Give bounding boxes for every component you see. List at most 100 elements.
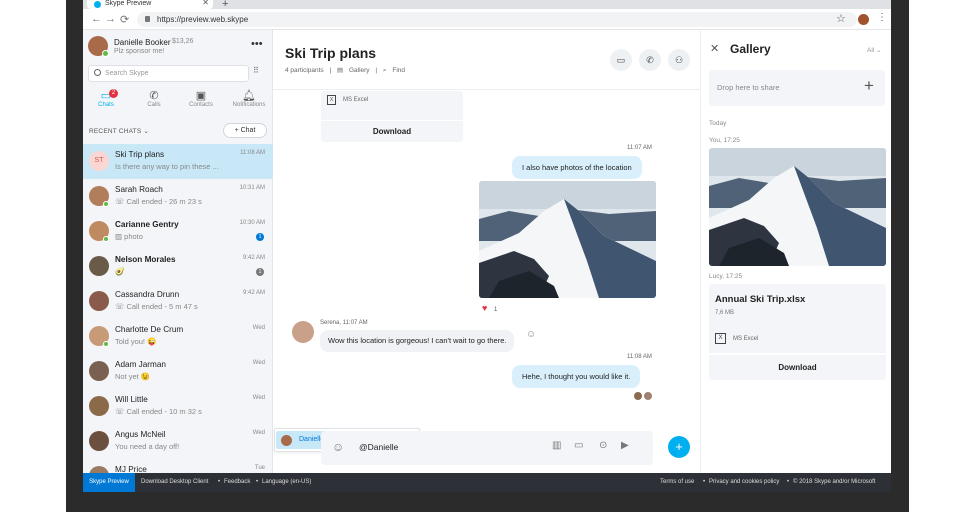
browser-profile-avatar[interactable] (858, 14, 869, 25)
separator: • (218, 479, 221, 485)
unread-badge: 1 (256, 233, 264, 241)
chat-list-item[interactable]: Carianne Gentry ▨ photo 10:30 AM 1 (83, 214, 273, 249)
location-icon[interactable]: ⊙ (599, 440, 607, 451)
attach-file-icon[interactable]: ▥ (552, 440, 561, 451)
plus-icon[interactable]: + (864, 76, 874, 96)
forward-icon[interactable]: → (105, 13, 116, 25)
drop-zone[interactable]: Drop here to share + (709, 70, 885, 106)
chat-list-item[interactable]: ST Ski Trip plans Is there any way to pin … (83, 144, 273, 179)
back-icon[interactable]: ← (91, 13, 102, 25)
tab-calls[interactable]: ✆ Calls (131, 90, 177, 108)
chat-name: Carianne Gentry (115, 220, 179, 229)
chat-list-item[interactable]: Charlotte De Crum Told you! 😜 Wed (83, 319, 273, 354)
chat-list-item[interactable]: Nelson Morales 🥑 9:42 AM 1 (83, 249, 273, 284)
incoming-message[interactable]: Wow this location is gorgeous! I can't w… (320, 330, 515, 352)
online-status-dot (103, 201, 109, 207)
close-icon[interactable]: ✕ (710, 42, 719, 55)
chat-preview: Is there any way to pin these ... (115, 162, 219, 171)
header-divider (273, 89, 700, 90)
chat-time: 9:42 AM (242, 290, 265, 296)
gallery-filter-dropdown[interactable]: All ⌄ (867, 46, 882, 54)
chat-list-item[interactable]: Angus McNeil You need a day off! Wed (83, 424, 273, 459)
serena-avatar[interactable] (292, 321, 314, 343)
participants-link[interactable]: 4 participants (285, 67, 324, 74)
excel-file-icon: X (327, 95, 336, 105)
terms-link[interactable]: Terms of use (660, 479, 694, 485)
chat-name: Ski Trip plans (115, 150, 165, 159)
profile-name[interactable]: Danielle Booker (114, 38, 170, 47)
chats-unread-badge: 2 (109, 89, 118, 98)
contacts-icon: ▣ (195, 90, 207, 102)
language-link[interactable]: Language (en-US) (262, 479, 311, 485)
contact-avatar (89, 396, 109, 416)
mountain-photo[interactable] (479, 181, 656, 298)
sender-meta: Serena, 11:07 AM (320, 320, 368, 326)
file-name[interactable]: Annual Ski Trip.xlsx (715, 294, 805, 305)
profile-mood[interactable]: Plz sponsor me! (114, 48, 164, 55)
chat-time: Wed (252, 395, 265, 401)
skype-tab-icon (94, 1, 101, 8)
add-reaction-icon[interactable]: ☺ (526, 329, 536, 340)
tab-notifications[interactable]: 🔔︎ Notifications (226, 90, 272, 108)
send-money-icon[interactable]: ▭ (574, 440, 583, 451)
gallery-photo[interactable] (709, 148, 886, 266)
heart-reaction-icon[interactable]: ♥ (482, 303, 487, 313)
close-tab-icon[interactable]: ✕ (202, 0, 209, 7)
browser-window: Skype Preview ✕ + ← → ⟳ https://preview.… (83, 0, 891, 492)
chat-list-item[interactable]: Will Little ☏ Call ended - 10 m 32 s Wed (83, 389, 273, 424)
skype-preview-badge[interactable]: Skype Preview (83, 473, 135, 492)
bookmark-star-icon[interactable]: ☆ (836, 12, 846, 25)
audio-call-icon[interactable]: ✆ (639, 49, 661, 71)
dialpad-icon[interactable]: ⠿ (253, 66, 259, 75)
phone-icon: ✆ (149, 90, 159, 102)
reload-icon[interactable]: ⟳ (120, 13, 129, 26)
video-message-icon[interactable]: ▶ (621, 440, 629, 451)
more-options-icon[interactable]: ••• (251, 38, 263, 50)
file-message-card: X MS Excel Download (321, 91, 463, 142)
lock-icon (145, 16, 150, 22)
chat-name: Charlotte De Crum (115, 325, 184, 334)
outgoing-message[interactable]: Hehe, I thought you would like it. (512, 365, 641, 388)
chat-name: Nelson Morales (115, 255, 176, 264)
find-link[interactable]: Find (392, 67, 405, 74)
search-input[interactable]: Search Skype (88, 65, 249, 82)
tab-contacts[interactable]: ▣ Contacts (178, 90, 224, 108)
download-button[interactable]: Download (321, 120, 463, 142)
message-composer[interactable]: ☺ @Danielle ▥ ▭ ⊙ ▶ (321, 431, 653, 465)
call-ended-icon: ☏ (115, 197, 127, 206)
emoji-icon[interactable]: ☺ (332, 440, 344, 454)
feedback-link[interactable]: Feedback (224, 479, 250, 485)
gallery-filter-label: All (867, 47, 875, 54)
url-field[interactable]: https://preview.web.skype (137, 12, 857, 27)
chat-list-item[interactable]: Cassandra Drunn ☏ Call ended - 5 m 47 s 9:… (83, 284, 273, 319)
chevron-down-icon: ⌄ (143, 128, 150, 135)
chat-preview: ▨ photo (115, 232, 143, 241)
chat-time: 11:08 AM (240, 150, 265, 156)
composer-text[interactable]: @Danielle (359, 442, 398, 452)
chat-preview-text: Call ended - 5 m 47 s (126, 302, 198, 311)
chat-list-item[interactable]: Sarah Roach ☏ Call ended - 26 m 23 s 10:31… (83, 179, 273, 214)
video-call-icon[interactable]: ▭ (610, 49, 632, 71)
chat-time: Wed (252, 360, 265, 366)
separator: • (787, 479, 790, 485)
gallery-link[interactable]: Gallery (349, 67, 370, 74)
browser-tab[interactable]: Skype Preview ✕ (87, 0, 213, 9)
chat-preview-text: photo (124, 232, 143, 241)
outgoing-message[interactable]: I also have photos of the location (512, 156, 642, 179)
tab-chats[interactable]: ▭ 2 Chats (83, 89, 129, 108)
chat-time: 10:31 AM (239, 185, 265, 191)
skype-credit[interactable]: $13,26 (172, 38, 193, 45)
gallery-title: Gallery (730, 42, 771, 56)
download-button[interactable]: Download (709, 353, 886, 380)
new-chat-button[interactable]: + Chat (223, 123, 267, 138)
browser-menu-icon[interactable]: ⋮ (877, 12, 887, 23)
chat-preview-text: 🥑 (115, 267, 125, 276)
search-icon (94, 69, 101, 76)
conversation-title[interactable]: Ski Trip plans (285, 45, 376, 61)
recent-chats-header[interactable]: RECENT CHATS ⌄ (89, 127, 149, 135)
privacy-link[interactable]: Privacy and cookies policy (709, 479, 779, 485)
add-participant-icon[interactable]: ⚇ (668, 49, 690, 71)
send-button[interactable]: + (668, 436, 690, 458)
chat-list-item[interactable]: Adam Jarman Not yet 😉 Wed (83, 354, 273, 389)
download-client-link[interactable]: Download Desktop Client (141, 479, 208, 485)
